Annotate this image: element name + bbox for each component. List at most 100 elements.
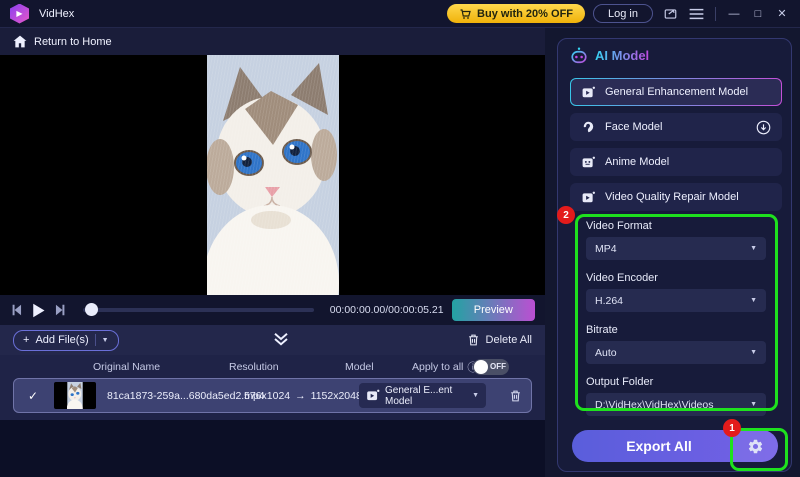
collapse-list-button[interactable]: [272, 331, 290, 347]
download-icon[interactable]: [756, 120, 771, 135]
export-settings-button[interactable]: [732, 430, 778, 462]
toggle-knob: [474, 360, 488, 374]
return-home-label: Return to Home: [34, 36, 112, 48]
thumbnail-cat-image: [67, 382, 83, 409]
menu-icon[interactable]: [687, 5, 705, 23]
file-name: 81ca1873-259a...680da5ed2.mp4: [107, 390, 265, 402]
file-thumbnail: [54, 382, 96, 409]
title-bar: ▶ VidHex Buy with 20% OFF Log in — □ ✕: [0, 0, 800, 28]
file-resolution: 576x1024 → 1152x2048: [244, 390, 362, 402]
model-item-general-enhancement[interactable]: General Enhancement Model: [570, 78, 782, 106]
setting-label: Bitrate: [586, 324, 766, 336]
maximize-button[interactable]: □: [750, 5, 766, 23]
resolution-from: 576x1024: [244, 390, 290, 402]
export-all-button[interactable]: Export All: [572, 430, 778, 462]
app-title: VidHex: [39, 8, 74, 20]
preview-button[interactable]: Preview: [452, 299, 535, 321]
login-button-label: Log in: [608, 8, 638, 20]
preview-button-label: Preview: [474, 304, 513, 316]
model-item-label: Face Model: [605, 121, 747, 133]
toggle-state-label: OFF: [490, 362, 506, 371]
model-item-label: Video Quality Repair Model: [605, 191, 771, 203]
ai-model-title: AI Model: [595, 48, 649, 63]
check-icon[interactable]: ✓: [28, 389, 38, 403]
close-button[interactable]: ✕: [774, 5, 790, 23]
anime-model-icon: [581, 156, 596, 169]
delete-all-button[interactable]: Delete All: [467, 333, 532, 347]
time-display: 00:00:00.00/00:00:05.21: [330, 304, 444, 316]
add-files-label: Add File(s): [35, 334, 88, 346]
setting-label: Output Folder: [586, 376, 766, 388]
output-settings: Video Format MP4 ▼ Video Encoder H.264 ▼…: [586, 220, 766, 428]
video-preview-area: [0, 55, 545, 295]
buy-button[interactable]: Buy with 20% OFF: [447, 4, 585, 23]
feedback-icon[interactable]: [661, 5, 679, 23]
setting-video-format: Video Format MP4 ▼: [586, 220, 766, 260]
setting-value: MP4: [595, 243, 750, 255]
output-folder-select[interactable]: D:\VidHex\VidHex\Videos ▼: [586, 393, 766, 416]
setting-value: H.264: [595, 295, 750, 307]
arrow-icon: →: [295, 390, 306, 402]
setting-output-folder: Output Folder D:\VidHex\VidHex\Videos ▼: [586, 376, 766, 416]
skip-forward-icon[interactable]: [54, 304, 67, 316]
vidhex-logo-icon: ▶: [10, 4, 29, 24]
model-item-anime[interactable]: Anime Model: [570, 148, 782, 176]
row-model-label: General E...ent Model: [385, 385, 467, 407]
gear-icon: [747, 438, 764, 455]
export-all-label: Export All: [572, 438, 732, 454]
add-files-divider: [95, 334, 96, 346]
chevron-down-icon: ▼: [750, 245, 757, 252]
home-icon: [13, 35, 27, 48]
apply-to-all-toggle[interactable]: OFF: [473, 359, 509, 375]
skip-back-icon[interactable]: [10, 304, 23, 316]
chevron-down-icon: ▼: [750, 297, 757, 304]
video-model-icon: [581, 191, 596, 204]
setting-label: Video Format: [586, 220, 766, 232]
chevron-down-icon: ▼: [102, 337, 109, 344]
model-item-label: General Enhancement Model: [605, 86, 771, 98]
resolution-to: 1152x2048: [311, 390, 362, 402]
chevron-down-icon: ▼: [750, 349, 757, 356]
table-row[interactable]: ✓ 81ca1873-259a...680da5ed2.mp4 576x1024: [13, 378, 532, 413]
header-original-name: Original Name: [93, 361, 160, 373]
header-resolution: Resolution: [229, 361, 279, 373]
video-encoder-select[interactable]: H.264 ▼: [586, 289, 766, 312]
header-apply-to-all: Apply to all ⓘ: [412, 359, 478, 375]
login-button[interactable]: Log in: [593, 4, 653, 23]
ai-model-header: AI Model: [570, 47, 649, 64]
file-list-section: Original Name Resolution Model Apply to …: [0, 355, 545, 420]
return-home-bar[interactable]: Return to Home: [0, 28, 545, 55]
right-sidebar: AI Model General Enhancement Model Face …: [545, 28, 800, 477]
video-model-icon: [581, 86, 596, 99]
annotation-badge-step2: 2: [557, 206, 575, 224]
face-model-icon: [581, 120, 596, 134]
video-frame: [207, 55, 339, 295]
setting-label: Video Encoder: [586, 272, 766, 284]
seek-slider[interactable]: [83, 308, 314, 312]
setting-value: Auto: [595, 347, 750, 359]
video-scanline-overlay: [207, 55, 339, 295]
seek-slider-thumb[interactable]: [85, 303, 98, 316]
delete-all-label: Delete All: [486, 334, 532, 346]
bitrate-select[interactable]: Auto ▼: [586, 341, 766, 364]
app-window: ▶ VidHex Buy with 20% OFF Log in — □ ✕ R…: [0, 0, 800, 477]
row-model-select[interactable]: General E...ent Model ▼: [359, 383, 486, 408]
minimize-button[interactable]: —: [726, 5, 742, 23]
chevron-down-icon: ▼: [472, 392, 479, 399]
header-model: Model: [345, 361, 374, 373]
file-toolbar: + Add File(s) ▼ Delete All: [0, 325, 545, 355]
model-item-face[interactable]: Face Model: [570, 113, 782, 141]
plus-icon: +: [23, 334, 29, 346]
add-files-button[interactable]: + Add File(s) ▼: [13, 330, 119, 351]
buy-button-label: Buy with 20% OFF: [477, 8, 573, 20]
row-delete-button[interactable]: [509, 389, 522, 403]
play-icon[interactable]: [31, 303, 46, 318]
setting-bitrate: Bitrate Auto ▼: [586, 324, 766, 364]
model-item-video-quality-repair[interactable]: Video Quality Repair Model: [570, 183, 782, 211]
setting-value: D:\VidHex\VidHex\Videos: [595, 399, 750, 411]
chevron-down-icon: ▼: [750, 401, 757, 408]
video-format-select[interactable]: MP4 ▼: [586, 237, 766, 260]
apply-to-all-label: Apply to all: [412, 361, 463, 373]
robot-icon: [570, 47, 588, 64]
playback-controls: 00:00:00.00/00:00:05.21 Preview: [0, 295, 545, 325]
